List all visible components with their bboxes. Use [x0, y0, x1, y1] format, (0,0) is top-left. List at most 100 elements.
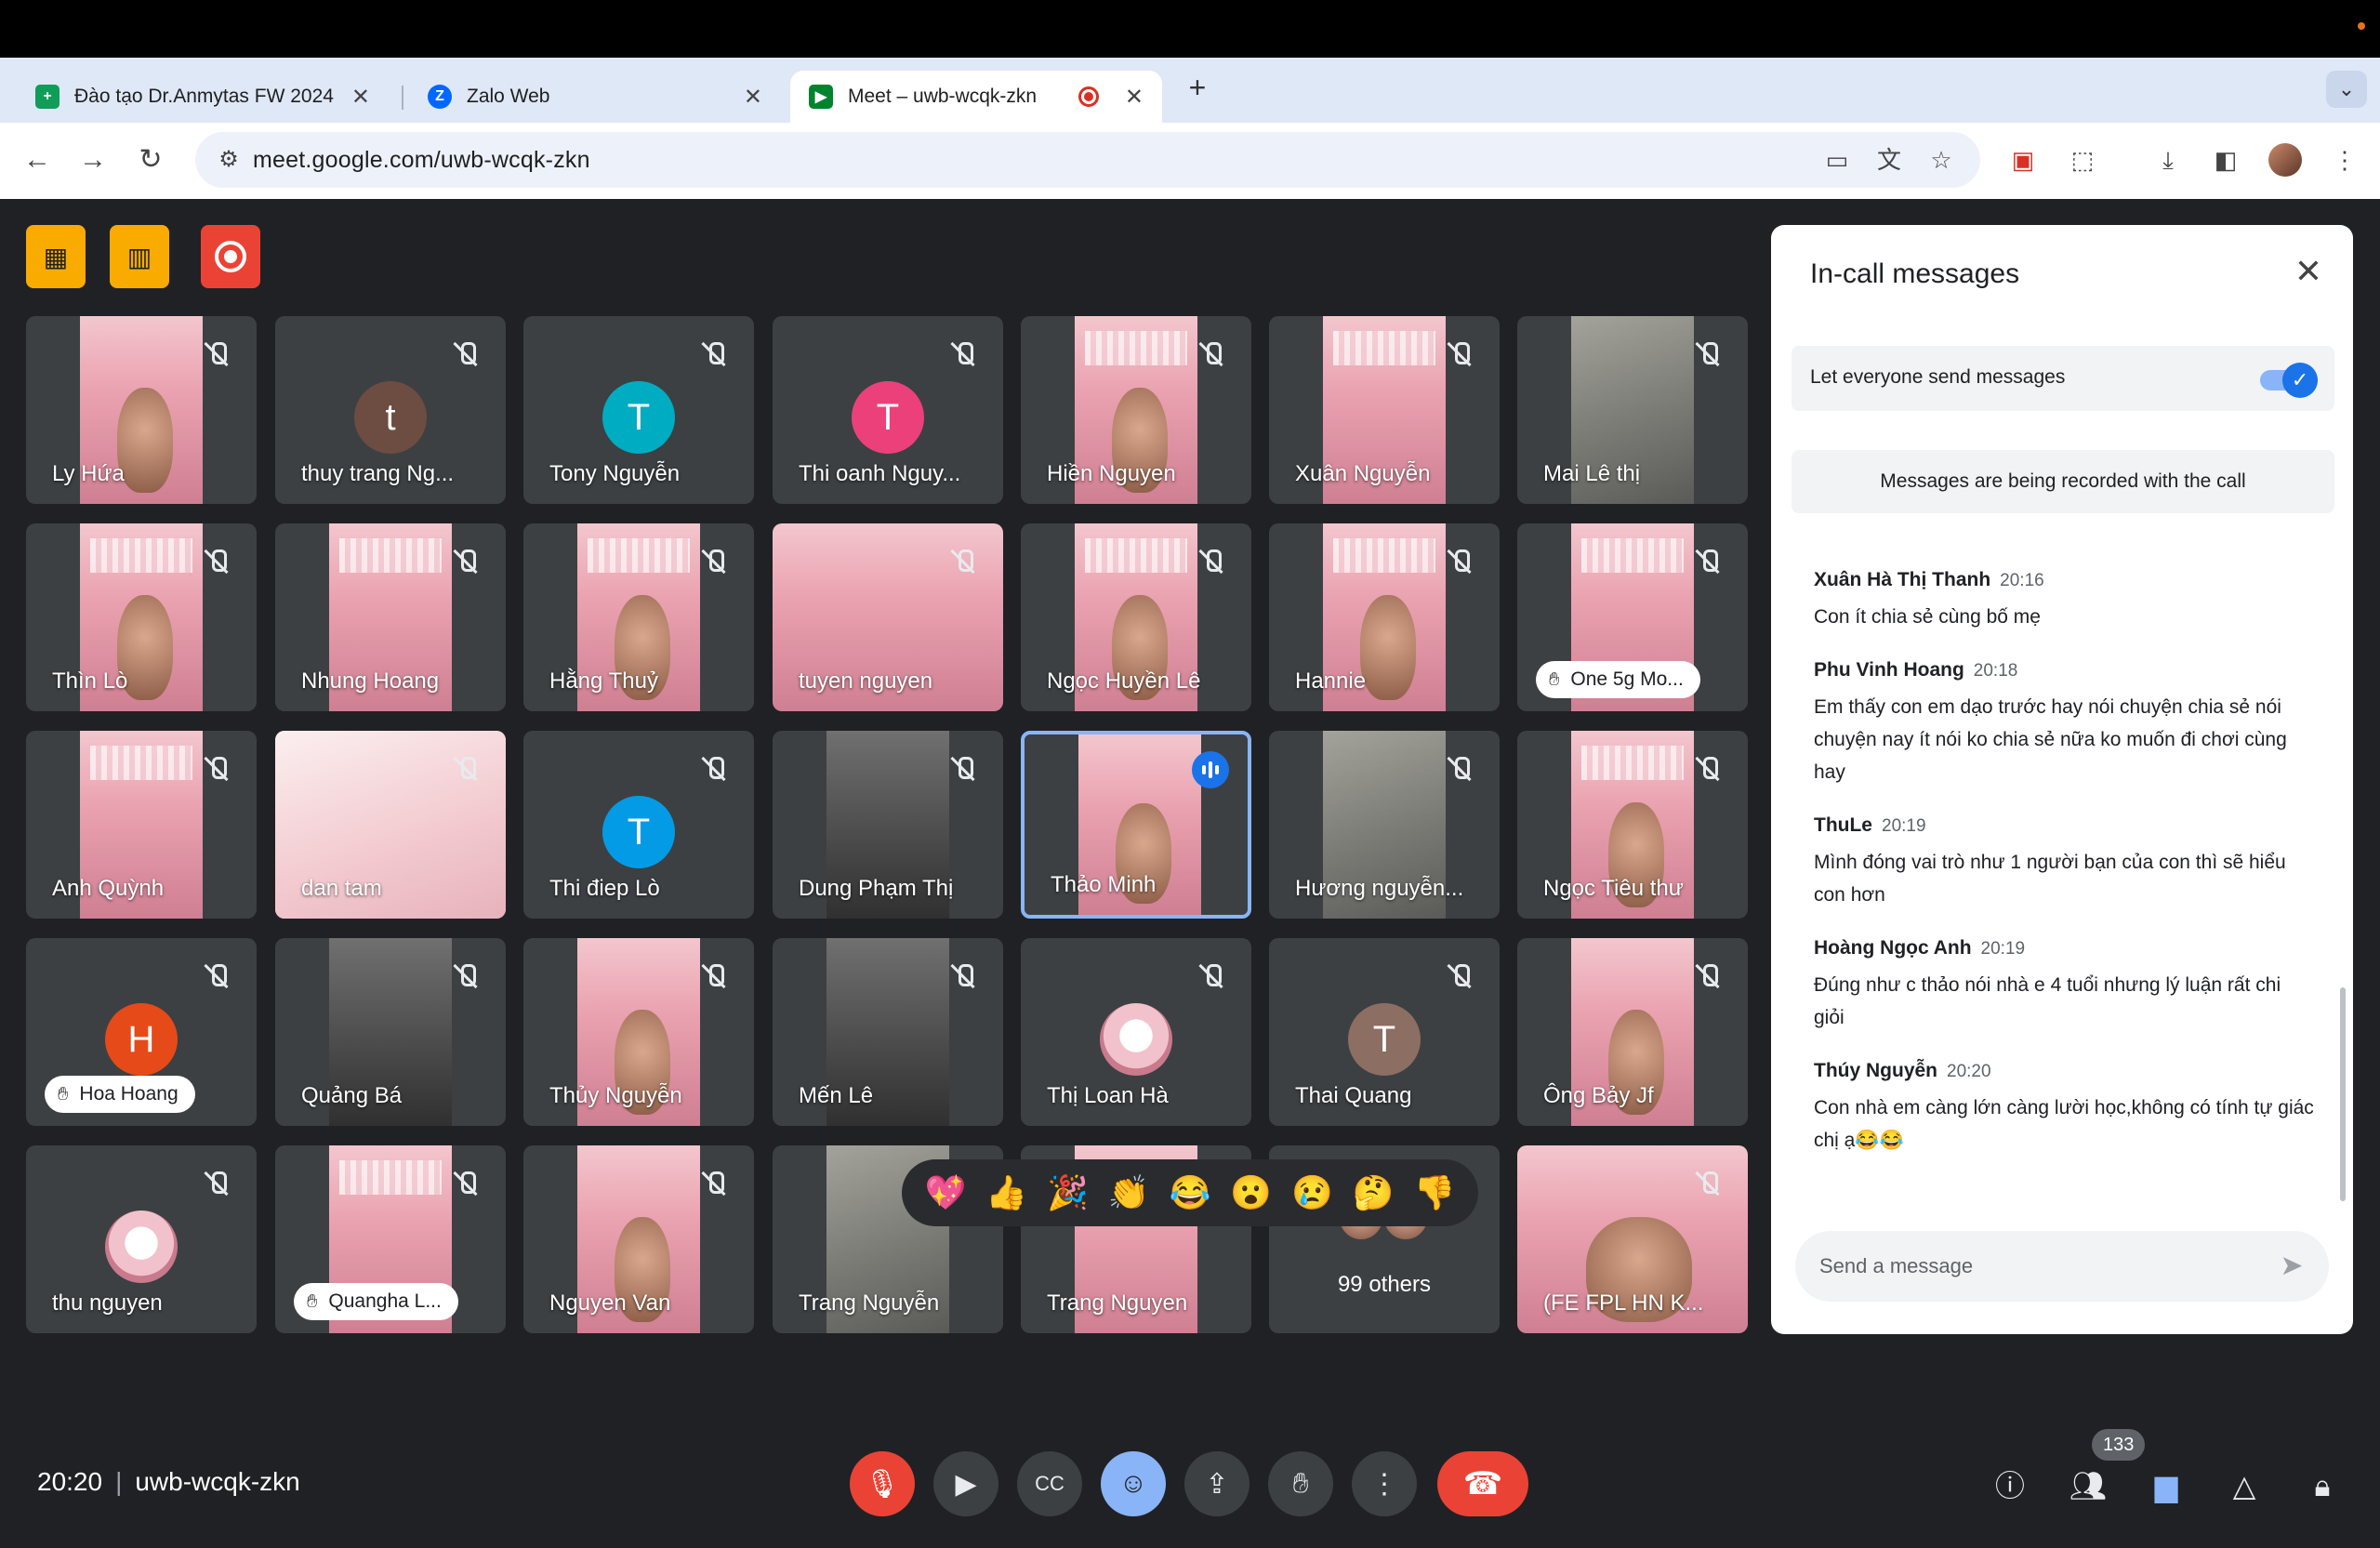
tab-sheets[interactable]: + Đào tạo Dr.Anmytas FW 2024 ✕ — [17, 71, 389, 123]
participant-tile[interactable]: Nhung Hoang — [275, 523, 506, 711]
participant-tile[interactable]: t thuy trang Ng... — [275, 316, 506, 504]
participant-tile[interactable]: ✋︎ One 5g Mo... — [1517, 523, 1748, 711]
participant-tile[interactable]: Anh Quỳnh — [26, 731, 257, 919]
allow-messages-toggle[interactable]: ✓ — [2260, 363, 2318, 398]
participant-tile[interactable]: Ly Hứa — [26, 316, 257, 504]
extension-record-icon[interactable]: ▣ — [2006, 143, 2040, 177]
reaction-thumbs-down[interactable]: 👎 — [1410, 1173, 1459, 1212]
participant-tile[interactable]: Ngọc Huyền Lê — [1021, 523, 1251, 711]
participant-tile[interactable]: Thảo Minh — [1021, 731, 1251, 919]
tab-zalo[interactable]: Z Zalo Web ✕ — [409, 71, 781, 123]
participant-tile[interactable]: Ngọc Tiêu thư — [1517, 731, 1748, 919]
raised-hand-pill: ✋︎ One 5g Mo... — [1536, 661, 1700, 698]
star-icon[interactable]: ☆ — [1924, 143, 1958, 177]
more-options-button[interactable]: ⋮ — [1352, 1451, 1417, 1516]
translate-icon[interactable]: 文 — [1872, 143, 1906, 177]
panel-title: In-call messages — [1810, 258, 2020, 289]
present-button[interactable]: ⇪ — [1184, 1451, 1250, 1516]
participant-tile[interactable]: T Thi oanh Nguy... — [773, 316, 1003, 504]
omnibox[interactable]: ⚙ meet.google.com/uwb-wcqk-zkn — [195, 132, 1980, 188]
extensions-icon[interactable]: ⬚ — [2066, 143, 2099, 177]
close-icon[interactable]: ✕ — [1125, 84, 1144, 111]
raise-hand-button[interactable]: ✋︎ — [1268, 1451, 1333, 1516]
participant-tile[interactable]: (FE FPL HN K... — [1517, 1145, 1748, 1333]
avatar: T — [1348, 1003, 1421, 1076]
tab-meet[interactable]: ▶ Meet – uwb-wcqk-zkn ✕ — [790, 71, 1162, 123]
participant-tile[interactable]: Ông Bảy Jf — [1517, 938, 1748, 1126]
participant-tile[interactable]: tuyen nguyen — [773, 523, 1003, 711]
participant-tile[interactable]: Mến Lê — [773, 938, 1003, 1126]
reaction-thinking[interactable]: 🤔 — [1349, 1173, 1397, 1212]
participant-name: Trang Nguyen — [1047, 1290, 1188, 1316]
send-icon[interactable]: ➤ — [2275, 1250, 2308, 1283]
participant-tile[interactable]: Hằng Thuỷ — [523, 523, 754, 711]
back-arrow-icon[interactable]: ← — [17, 139, 58, 180]
profile-avatar[interactable] — [2268, 143, 2302, 177]
chat-icon[interactable]: ▆ — [2144, 1463, 2188, 1508]
participant-tile[interactable]: T Thai Quang — [1269, 938, 1500, 1126]
participant-tile[interactable]: dan tam — [275, 731, 506, 919]
reaction-heart[interactable]: 💖 — [921, 1173, 970, 1212]
kebab-menu-icon[interactable]: ⋮ — [2328, 143, 2361, 177]
close-icon[interactable]: ✕ — [744, 84, 762, 111]
download-icon[interactable]: ⤓ — [2151, 143, 2185, 177]
participant-tile[interactable]: Dung Phạm Thị — [773, 731, 1003, 919]
participant-tile[interactable]: Quảng Bá — [275, 938, 506, 1126]
others-count-label: 99 others — [1337, 1272, 1432, 1297]
participant-name: One 5g Mo... — [1570, 668, 1684, 690]
participant-tile[interactable]: thu nguyen — [26, 1145, 257, 1333]
info-icon[interactable]: ⓘ — [1988, 1463, 2032, 1508]
forward-arrow-icon[interactable]: → — [73, 139, 113, 180]
reaction-party[interactable]: 🎉 — [1043, 1173, 1091, 1212]
site-settings-icon[interactable]: ⚙ — [214, 145, 244, 175]
close-icon[interactable]: ✕ — [351, 84, 370, 111]
no-filter-icon[interactable]: ▦ — [26, 225, 86, 288]
reaction-sad[interactable]: 😢 — [1288, 1173, 1336, 1212]
message-input[interactable] — [1819, 1250, 2247, 1283]
mic-off-icon — [452, 962, 480, 990]
mic-off-icon — [1694, 755, 1722, 783]
in-call-messages-panel: In-call messages ✕ Let everyone send mes… — [1771, 225, 2353, 1334]
participant-tile[interactable]: Xuân Nguyễn — [1269, 316, 1500, 504]
participant-tile[interactable]: ✋︎ Quangha L... — [275, 1145, 506, 1333]
message-header: Xuân Hà Thị Thanh 20:16 — [1814, 569, 2316, 591]
participant-tile[interactable]: Hannie — [1269, 523, 1500, 711]
layout-icon[interactable]: ▥ — [110, 225, 169, 288]
captions-button[interactable]: CC — [1017, 1451, 1082, 1516]
recording-button[interactable] — [201, 225, 260, 288]
participant-tile[interactable]: Thủy Nguyễn — [523, 938, 754, 1126]
participant-tile[interactable]: H ✋︎ Hoa Hoang — [26, 938, 257, 1126]
reaction-thumbs-up[interactable]: 👍 — [983, 1173, 1031, 1212]
camera-icon[interactable]: ▭ — [1820, 143, 1854, 177]
mic-off-icon — [949, 340, 977, 368]
url-text: meet.google.com/uwb-wcqk-zkn — [253, 147, 590, 173]
participant-tile[interactable]: Hiền Nguyen — [1021, 316, 1251, 504]
status-dot — [2358, 22, 2365, 30]
message-text: Con nhà em càng lớn càng lười học,không … — [1814, 1097, 2314, 1151]
tab-divider — [402, 86, 403, 110]
participant-tile[interactable]: Hương nguyễn... — [1269, 731, 1500, 919]
emoji-button[interactable]: ☺ — [1101, 1451, 1166, 1516]
people-icon[interactable]: 👥︎ — [2066, 1463, 2110, 1508]
participant-tile[interactable]: Thị Loan Hà — [1021, 938, 1251, 1126]
new-tab-button[interactable]: + — [1181, 71, 1214, 104]
recording-notice: Messages are being recorded with the cal… — [1792, 450, 2334, 513]
reaction-surprised[interactable]: 😮 — [1227, 1173, 1276, 1212]
end-call-button[interactable]: ☎︎ — [1437, 1451, 1528, 1516]
reload-icon[interactable]: ↻ — [130, 139, 171, 180]
side-panel-icon[interactable]: ◧ — [2209, 143, 2242, 177]
activities-icon[interactable]: △ — [2222, 1463, 2267, 1508]
close-icon[interactable]: ✕ — [2290, 253, 2327, 290]
participant-tile[interactable]: T Tony Nguyễn — [523, 316, 754, 504]
tab-search-button[interactable]: ⌄ — [2326, 71, 2367, 108]
participant-tile[interactable]: Mai Lê thị — [1517, 316, 1748, 504]
mic-off-button[interactable]: 🎙︎ — [850, 1451, 915, 1516]
reaction-clap[interactable]: 👏 — [1104, 1173, 1153, 1212]
reaction-laugh[interactable]: 😂 — [1166, 1173, 1214, 1212]
scrollbar[interactable] — [2340, 987, 2346, 1201]
participant-tile[interactable]: T Thi điep Lò — [523, 731, 754, 919]
camera-button[interactable]: ▶ — [933, 1451, 998, 1516]
participant-tile[interactable]: Thìn Lò — [26, 523, 257, 711]
host-controls-icon[interactable]: 🔒︎ — [2300, 1463, 2345, 1508]
participant-tile[interactable]: Nguyen Van — [523, 1145, 754, 1333]
